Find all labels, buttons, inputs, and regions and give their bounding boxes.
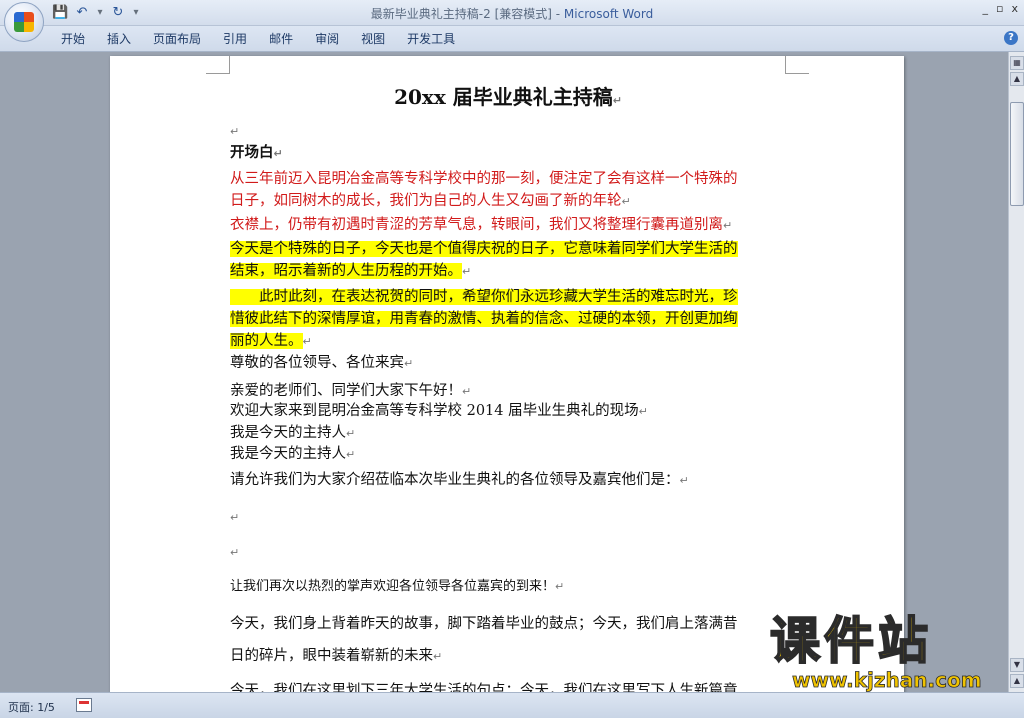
scroll-thumb[interactable] (1010, 102, 1024, 206)
app-name: Microsoft Word (563, 7, 654, 21)
site-watermark: 课件站 www.kjzhan.com (769, 612, 1010, 694)
crop-mark-top-right (785, 56, 809, 74)
paragraph-line: 我是今天的主持人↵ (230, 425, 356, 441)
highlighted-line: 今天是个特殊的日子，今天也是个值得庆祝的日子，它意味着同学们大学生活的 (230, 241, 738, 257)
document-title: 20xx 届毕业典礼主持稿↵ (394, 85, 622, 109)
title-separator: - (551, 7, 564, 21)
proofing-icon[interactable] (76, 698, 92, 712)
close-button[interactable]: x (1011, 2, 1018, 15)
paragraph-line: 尊敬的各位领导、各位来宾↵ (230, 355, 414, 371)
tab-insert[interactable]: 插入 (96, 31, 142, 47)
crop-mark-top-left (206, 56, 230, 74)
paragraph-line: 让我们再次以热烈的掌声欢迎各位领导各位嘉宾的到来！↵ (230, 579, 565, 594)
office-button[interactable] (4, 2, 44, 42)
document-area: 20xx 届毕业典礼主持稿↵ ↵ 开场白↵ 从三年前迈入昆明冶金高等专科学校中的… (0, 52, 1008, 692)
paragraph-line: 衣襟上，仍带有初遇时青涩的芳草气息，转眼间，我们又将整理行囊再道别离↵ (230, 217, 733, 233)
status-bar: 页面: 1/5 (0, 692, 1024, 718)
page-count[interactable]: 页面: 1/5 (8, 699, 55, 715)
tab-review[interactable]: 审阅 (304, 31, 350, 47)
paragraph-line: 日的碎片，眼中装着崭新的未来↵ (230, 648, 443, 664)
paragraph-line: 今天，我们在这里划下三年大学生活的句点；今天，我们在这里写下人生新篇章 (230, 683, 738, 692)
document-name: 最新毕业典礼主持稿-2 [兼容模式] (370, 7, 552, 21)
heading-opening: 开场白↵ (230, 144, 283, 161)
ruler-toggle-icon[interactable]: ▦ (1010, 56, 1024, 70)
title-bar: 💾 ↶ ▾ ↻ ▾ 最新毕业典礼主持稿-2 [兼容模式] - Microsoft… (0, 0, 1024, 26)
scroll-up-arrow-icon[interactable]: ▲ (1010, 72, 1024, 86)
tab-developer[interactable]: 开发工具 (396, 31, 466, 47)
paragraph-line: 我是今天的主持人↵ (230, 446, 356, 462)
previous-page-icon[interactable]: ▲ (1010, 674, 1024, 688)
ribbon-tabs: 开始 插入 页面布局 引用 邮件 审阅 视图 开发工具 (50, 31, 466, 47)
watermark-url: www.kjzhan.com (792, 668, 982, 693)
paragraph-line: 欢迎大家来到昆明冶金高等专科学校 2014 届毕业生典礼的现场↵ (230, 403, 648, 419)
highlighted-line: 丽的人生。↵ (230, 333, 312, 349)
paragraph-line: 从三年前迈入昆明冶金高等专科学校中的那一刻，便注定了会有这样一个特殊的 (230, 171, 738, 187)
document-page[interactable]: 20xx 届毕业典礼主持稿↵ ↵ 开场白↵ 从三年前迈入昆明冶金高等专科学校中的… (110, 56, 904, 692)
highlighted-line: 结束，昭示着新的人生历程的开始。↵ (230, 263, 472, 279)
minimize-button[interactable]: _ (983, 2, 989, 15)
watermark-logo-text: 课件站 (769, 612, 932, 670)
help-button[interactable]: ? (1004, 31, 1018, 45)
tab-mailings[interactable]: 邮件 (258, 31, 304, 47)
empty-paragraph: ↵ (230, 546, 240, 559)
highlighted-line: 惜彼此结下的深情厚谊，用青春的激情、执着的信念、过硬的本领，开创更加绚 (230, 311, 738, 327)
empty-paragraph: ↵ (230, 125, 240, 138)
tab-home[interactable]: 开始 (50, 31, 96, 47)
empty-paragraph: ↵ (230, 511, 240, 524)
paragraph-line: 请允许我们为大家介绍莅临本次毕业生典礼的各位领导及嘉宾他们是：↵ (230, 472, 689, 488)
paragraph-line: 日子，如同树木的成长，我们为自己的人生又勾画了新的年轮↵ (230, 193, 631, 209)
tab-references[interactable]: 引用 (212, 31, 258, 47)
tab-view[interactable]: 视图 (350, 31, 396, 47)
ribbon-tab-bar: 开始 插入 页面布局 引用 邮件 审阅 视图 开发工具 ? (0, 26, 1024, 52)
paragraph-line: 今天，我们身上背着昨天的故事，脚下踏着毕业的鼓点；今天，我们肩上落满昔 (230, 616, 738, 632)
highlighted-line: 此时此刻，在表达祝贺的同时，希望你们永远珍藏大学生活的难忘时光，珍 (230, 289, 738, 305)
office-logo-icon (14, 12, 34, 32)
window-controls: _ ▫ x (983, 2, 1018, 15)
window-title: 最新毕业典礼主持稿-2 [兼容模式] - Microsoft Word (0, 5, 1024, 22)
restore-button[interactable]: ▫ (996, 2, 1003, 15)
scroll-down-arrow-icon[interactable]: ▼ (1010, 658, 1024, 672)
tab-page-layout[interactable]: 页面布局 (142, 31, 212, 47)
vertical-scrollbar[interactable]: ▦ ▲ ▼ ▲ (1008, 52, 1024, 692)
